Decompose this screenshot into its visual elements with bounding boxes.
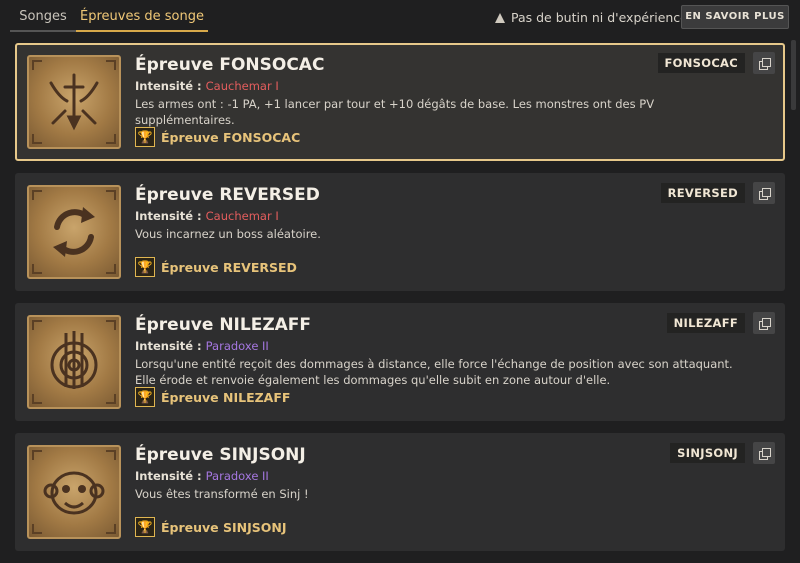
trial-code: REVERSED [660,183,745,203]
reward: 🏆 Épreuve REVERSED [135,257,297,277]
reward-label: Épreuve NILEZAFF [161,389,291,405]
trial-card-reversed[interactable]: Épreuve REVERSED Intensité : Cauchemar I… [15,173,785,291]
tab-epreuves-de-songe[interactable]: Épreuves de songe [76,4,208,32]
trophy-icon: 🏆 [135,257,155,277]
trial-code: FONSOCAC [657,53,745,73]
circular-arrows-icon [27,185,121,279]
trial-card-fonsocac[interactable]: Épreuve FONSOCAC Intensité : Cauchemar I… [15,43,785,161]
trial-description: Vous êtes transformé en Sinj ! [135,487,309,501]
reward-label: Épreuve SINJSONJ [161,519,287,535]
learn-more-button[interactable]: EN SAVOIR PLUS [681,5,789,29]
intensity-label: Intensité : [135,339,206,353]
trophy-icon: 🏆 [135,387,155,407]
copy-icon [759,318,771,330]
trial-title: Épreuve REVERSED [135,185,320,205]
intensity-line: Intensité : Cauchemar I [135,79,279,93]
trophy-icon: 🏆 [135,127,155,147]
intensity-line: Intensité : Paradoxe II [135,469,269,483]
trial-description: Lorsqu'une entité reçoit des dommages à … [135,357,733,387]
intensity-label: Intensité : [135,79,206,93]
trial-code: NILEZAFF [666,313,745,333]
reward: 🏆 Épreuve SINJSONJ [135,517,287,537]
trial-list: Épreuve FONSOCAC Intensité : Cauchemar I… [15,43,785,563]
intensity-label: Intensité : [135,209,206,223]
copy-button[interactable] [753,312,775,334]
reward-label: Épreuve REVERSED [161,259,297,275]
intensity-value: Cauchemar I [205,79,279,93]
trial-card-sinjsonj[interactable]: Épreuve SINJSONJ Intensité : Paradoxe II… [15,433,785,551]
reward-label: Épreuve FONSOCAC [161,129,301,145]
intensity-value: Cauchemar I [205,209,279,223]
warning-icon [495,12,505,23]
reward: 🏆 Épreuve FONSOCAC [135,127,300,147]
intensity-value: Paradoxe II [205,469,269,483]
crossed-swords-emblem-icon [27,55,121,149]
reward: 🏆 Épreuve NILEZAFF [135,387,290,407]
trial-title: Épreuve FONSOCAC [135,55,325,75]
notice-text: Pas de butin ni d'expérience [511,10,688,25]
scrollbar[interactable] [791,40,796,110]
monkey-face-icon [27,445,121,539]
top-bar: Songes Épreuves de songe Pas de butin ni… [0,0,800,34]
trophy-icon: 🏆 [135,517,155,537]
copy-button[interactable] [753,52,775,74]
intensity-label: Intensité : [135,469,206,483]
copy-button[interactable] [753,182,775,204]
intensity-line: Intensité : Paradoxe II [135,339,269,353]
tab-songes[interactable]: Songes [10,4,76,32]
copy-icon [759,58,771,70]
copy-icon [759,448,771,460]
trial-code: SINJSONJ [670,443,745,463]
copy-icon [759,188,771,200]
no-loot-notice: Pas de butin ni d'expérience [495,10,688,25]
arrows-target-icon [27,315,121,409]
trial-title: Épreuve NILEZAFF [135,315,312,335]
intensity-value: Paradoxe II [205,339,269,353]
intensity-line: Intensité : Cauchemar I [135,209,279,223]
trial-description: Les armes ont : -1 PA, +1 lancer par tou… [135,97,655,127]
copy-button[interactable] [753,442,775,464]
trial-card-nilezaff[interactable]: Épreuve NILEZAFF Intensité : Paradoxe II… [15,303,785,421]
trial-description: Vous incarnez un boss aléatoire. [135,227,321,241]
trial-title: Épreuve SINJSONJ [135,445,306,465]
